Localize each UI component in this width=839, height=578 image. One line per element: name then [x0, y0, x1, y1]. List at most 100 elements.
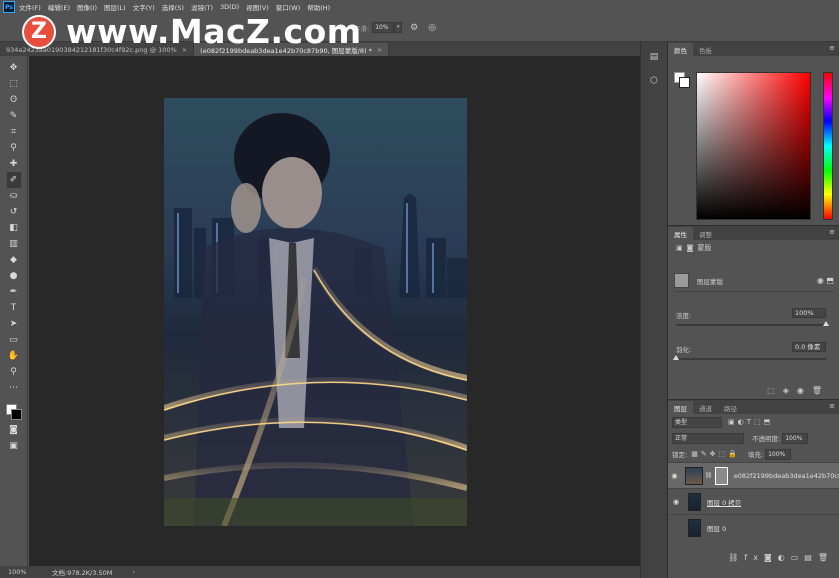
menu-select[interactable]: 选择(S): [162, 2, 184, 12]
properties-footer-icons[interactable]: ⬚◈◉🗑: [668, 386, 839, 395]
photoshop-logo: Ps: [3, 1, 15, 13]
dodge-tool-icon[interactable]: ●: [7, 268, 21, 284]
close-icon[interactable]: ×: [377, 46, 382, 54]
crop-tool-icon[interactable]: ⌗: [7, 124, 21, 140]
status-menu-arrow[interactable]: ›: [132, 568, 135, 576]
tab-paths[interactable]: 路径: [718, 401, 743, 414]
eraser-tool-icon[interactable]: ◧: [7, 220, 21, 236]
vector-mask-icon[interactable]: ◙: [687, 244, 694, 252]
density-row: 浓度: 100%: [676, 308, 829, 330]
opacity-label: 不透明度:: [752, 435, 781, 443]
layer-filter-select[interactable]: 类型: [672, 416, 722, 428]
zoom-tool-icon[interactable]: ⚲: [7, 364, 21, 380]
menu-type[interactable]: 文字(Y): [133, 2, 155, 12]
3d-panel-icon[interactable]: ⬡: [647, 76, 661, 90]
properties-panel-tabs: 属性 调整 ≡: [668, 226, 839, 240]
menu-3d[interactable]: 3D(D): [220, 3, 239, 11]
eye-icon[interactable]: ◉: [668, 472, 681, 480]
tab-adjustments[interactable]: 调整: [693, 227, 718, 240]
eyedropper-tool-icon[interactable]: ⚲: [7, 140, 21, 156]
right-panels: 颜色 色板 ≡ 属性 调整 ≡ ▣ ◙ 蒙版 图层 蒙版 ◉ ⬒ 浓度: 100%: [667, 42, 839, 578]
lasso-tool-icon[interactable]: ʘ: [7, 92, 21, 108]
layer-row[interactable]: ◉ 图层 0 拷贝: [668, 488, 839, 514]
picker-background-swatch[interactable]: [679, 77, 690, 88]
stamp-tool-icon[interactable]: ⛀: [7, 188, 21, 204]
pressure-icon[interactable]: ◎: [426, 22, 438, 34]
marquee-tool-icon[interactable]: ⬚: [7, 76, 21, 92]
density-slider-thumb[interactable]: [823, 321, 829, 326]
brush-tool-icon[interactable]: ✐: [6, 172, 21, 188]
menu-edit[interactable]: 编辑(E): [48, 2, 70, 12]
fill-label: 填充:: [747, 451, 764, 459]
quick-select-tool-icon[interactable]: ✎: [7, 108, 21, 124]
layer-name[interactable]: 图层 0: [707, 523, 726, 533]
menu-window[interactable]: 窗口(W): [276, 2, 301, 12]
path-select-tool-icon[interactable]: ➤: [7, 316, 21, 332]
tab-swatches[interactable]: 色板: [693, 43, 718, 56]
smoothing-dropdown[interactable]: ▾: [394, 22, 403, 33]
gear-icon[interactable]: ⚙: [408, 22, 420, 34]
layer-name[interactable]: 图层 0 拷贝: [707, 497, 741, 507]
gradient-tool-icon[interactable]: ▥: [7, 236, 21, 252]
smoothing-input[interactable]: 10%: [372, 22, 395, 33]
move-tool-icon[interactable]: ✥: [7, 60, 21, 76]
density-label: 浓度:: [676, 312, 692, 320]
opacity-input[interactable]: 100%: [782, 432, 809, 444]
menu-layer[interactable]: 图层(L): [104, 2, 126, 12]
panel-menu-icon[interactable]: ≡: [829, 402, 835, 410]
rectangle-tool-icon[interactable]: ▭: [7, 332, 21, 348]
screen-mode-icon[interactable]: ▣: [7, 438, 21, 454]
fill-input[interactable]: 100%: [765, 448, 792, 460]
zoom-level[interactable]: 100%: [8, 568, 34, 576]
menu-filter[interactable]: 滤镜(T): [191, 2, 213, 12]
history-panel-icon[interactable]: ▤: [647, 52, 661, 66]
layer-mask-thumbnail[interactable]: [714, 466, 728, 485]
quick-mask-icon[interactable]: ◙: [7, 422, 21, 438]
tab-properties[interactable]: 属性: [668, 227, 693, 240]
pen-tool-icon[interactable]: ✒: [7, 284, 21, 300]
lock-icons[interactable]: ▦✎✥⬚🔒: [691, 450, 740, 458]
background-color-swatch[interactable]: [10, 409, 22, 420]
document-image[interactable]: [164, 98, 467, 526]
panel-dock-strip: ▤ ⬡: [640, 42, 667, 578]
tab-channels[interactable]: 通道: [693, 401, 718, 414]
density-track[interactable]: [676, 324, 826, 326]
properties-mode-row: ▣ ◙ 蒙版: [668, 240, 839, 256]
layer-thumbnail: [688, 518, 701, 537]
type-tool-icon[interactable]: T: [7, 300, 21, 316]
menu-file[interactable]: 文件(F): [19, 2, 41, 12]
color-swatches[interactable]: [4, 402, 24, 422]
layer-filter-icons[interactable]: ▣◐T⬚⬒: [728, 418, 773, 426]
layer-row[interactable]: ◉ ⛓ e082f2199bdeab3dea1e42b70c87b90...: [668, 462, 839, 488]
pixel-mask-icon[interactable]: ▣: [676, 244, 683, 252]
hand-tool-icon[interactable]: ✋: [7, 348, 21, 364]
status-bar: 100% 文档:978.2K/3.50M ›: [0, 566, 640, 578]
feather-slider-thumb[interactable]: [673, 355, 679, 360]
blend-mode-select[interactable]: 正常: [672, 432, 744, 444]
menu-view[interactable]: 视图(V): [246, 2, 269, 12]
panel-menu-icon[interactable]: ≡: [829, 228, 835, 236]
panel-menu-icon[interactable]: ≡: [829, 44, 835, 52]
menu-help[interactable]: 帮助(H): [307, 2, 330, 12]
tab-color[interactable]: 颜色: [668, 43, 693, 56]
more-tools-icon[interactable]: ⋯: [7, 380, 21, 396]
menu-image[interactable]: 图像(I): [77, 2, 97, 12]
link-icon[interactable]: ⛓: [705, 472, 713, 479]
mask-options-icons[interactable]: ◉ ⬒: [817, 276, 834, 285]
blur-tool-icon[interactable]: ◆: [7, 252, 21, 268]
mask-type-label: 蒙版: [697, 244, 712, 252]
eye-icon[interactable]: ◉: [668, 498, 684, 506]
tab-layers[interactable]: 图层: [668, 401, 693, 414]
hue-slider[interactable]: [823, 72, 833, 220]
layers-footer-icons[interactable]: ⛓fx◙◐▭▤🗑: [668, 553, 839, 562]
layers-filter-row: 类型 ▣◐T⬚⬒: [668, 414, 839, 430]
feather-input[interactable]: 0.0 像素: [792, 342, 826, 352]
density-input[interactable]: 100%: [792, 308, 826, 318]
feather-track[interactable]: [676, 358, 826, 360]
history-brush-icon[interactable]: ↺: [7, 204, 21, 220]
layer-name[interactable]: e082f2199bdeab3dea1e42b70c87b90...: [734, 472, 839, 480]
canvas-area[interactable]: [29, 56, 640, 566]
color-field[interactable]: [696, 72, 811, 220]
layer-row[interactable]: 图层 0: [668, 514, 839, 540]
healing-tool-icon[interactable]: ✚: [7, 156, 21, 172]
